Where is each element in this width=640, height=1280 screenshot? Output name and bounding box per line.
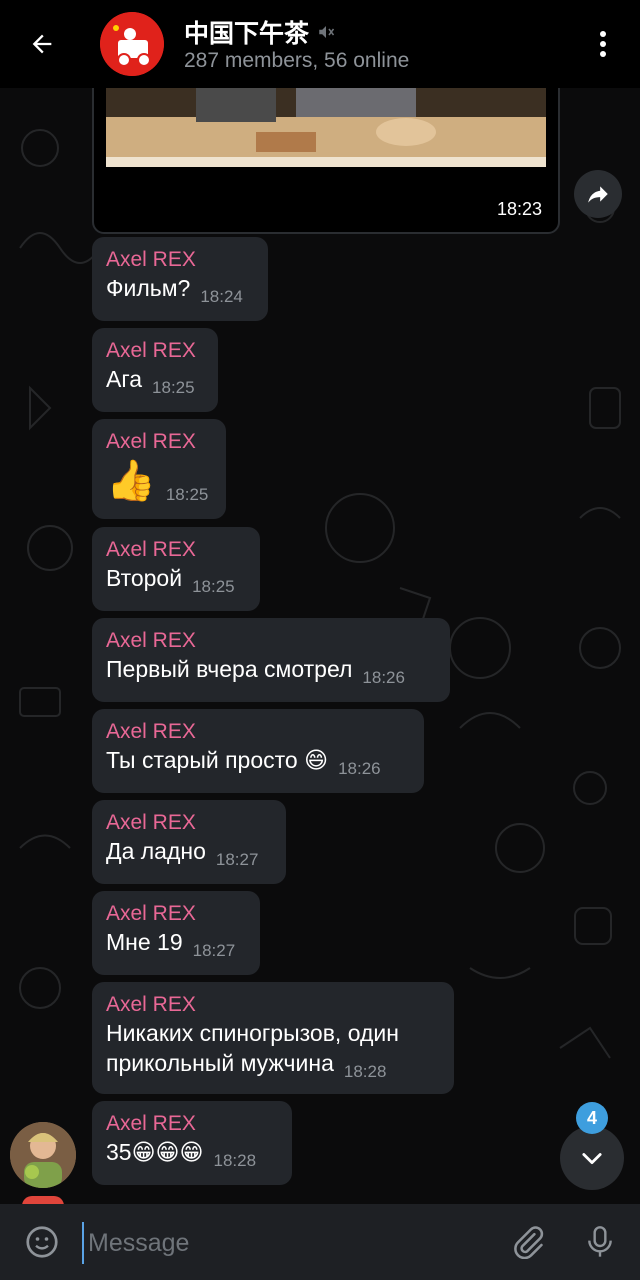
microphone-icon (588, 1226, 612, 1257)
message-time: 18:28 (343, 1062, 387, 1081)
chevron-down-icon (582, 1153, 602, 1165)
message-text: Ага (106, 366, 143, 392)
message-composer (0, 1204, 640, 1280)
unread-count-badge: 4 (576, 1102, 608, 1134)
message-bubble[interactable]: Axel REX Ага 18:25 (92, 328, 218, 412)
sender-name[interactable]: Axel REX (106, 247, 254, 273)
sender-name[interactable]: Axel REX (106, 537, 246, 563)
scroll-to-bottom-button[interactable] (560, 1126, 624, 1190)
sender-name[interactable]: Axel REX (106, 719, 410, 745)
message-time: 18:25 (165, 485, 209, 504)
more-vertical-icon (600, 31, 606, 57)
thumbs-up-emoji: 👍 (106, 459, 156, 503)
group-avatar-image (100, 12, 164, 76)
arrow-left-icon (32, 34, 52, 54)
message-bubble[interactable]: Axel REX Мне 19 18:27 (92, 891, 260, 975)
message-time: 18:26 (338, 759, 381, 778)
message-bubble[interactable]: Axel REX Второй 18:25 (92, 527, 260, 611)
chat-subtitle: 287 members, 56 online (184, 49, 410, 72)
sender-name[interactable]: Axel REX (106, 810, 272, 836)
message-bubble[interactable]: Axel REX Фильм? 18:24 (92, 237, 268, 321)
message-bubble[interactable]: Axel REX Никаких спиногрызов, один прико… (92, 982, 454, 1094)
chat-title-text: 中国下午茶 (184, 20, 310, 48)
group-avatar[interactable] (100, 12, 164, 76)
sender-name[interactable]: Axel REX (106, 338, 204, 364)
message-bubble[interactable]: Axel REX 👍 18:25 (92, 419, 226, 519)
message-text: Первый вчера смотрел (106, 656, 353, 682)
sender-name[interactable]: Axel REX (106, 992, 440, 1018)
paperclip-icon (514, 1226, 544, 1259)
message-text: Второй (106, 565, 183, 591)
voice-message-button[interactable] (578, 1220, 622, 1264)
message-text: Мне 19 (106, 929, 183, 955)
message-time: 18:27 (215, 850, 259, 869)
message-text: Да ладно (106, 838, 206, 864)
message-time: 18:25 (192, 577, 235, 596)
sender-name[interactable]: Axel REX (106, 429, 212, 455)
message-text: Фильм? (106, 275, 191, 301)
message-text: Ты старый просто 😄 (106, 747, 329, 773)
chat-screen: 中国下午茶 287 members, 56 online 18:23 Axel … (0, 0, 640, 1280)
message-time: 18:23 (496, 199, 542, 219)
message-bubble[interactable]: Axel REX Ты старый просто 😄 18:26 (92, 709, 424, 793)
muted-speaker-icon (319, 26, 335, 38)
message-time: 18:25 (152, 378, 195, 397)
chat-header: 中国下午茶 287 members, 56 online (0, 0, 640, 88)
message-bubble[interactable]: Axel REX 35😁😁😁 18:28 (92, 1101, 292, 1185)
chat-title[interactable]: 中国下午茶 (184, 14, 335, 50)
emoji-button[interactable] (20, 1220, 64, 1264)
smiley-icon (26, 1226, 58, 1258)
more-options-button[interactable] (578, 16, 628, 72)
sender-name[interactable]: Axel REX (106, 1111, 278, 1137)
message-input[interactable] (82, 1222, 490, 1264)
sender-avatar[interactable] (10, 1122, 76, 1188)
attach-button[interactable] (506, 1220, 550, 1264)
back-button[interactable] (14, 16, 70, 72)
sender-avatar-image (10, 1122, 76, 1188)
message-bubble[interactable]: Axel REX Первый вчера смотрел 18:26 (92, 618, 450, 702)
sender-name[interactable]: Axel REX (106, 901, 246, 927)
message-time: 18:24 (200, 287, 243, 306)
message-time: 18:28 (213, 1151, 257, 1170)
message-bubble[interactable]: Axel REX Да ладно 18:27 (92, 800, 286, 884)
message-time: 18:26 (362, 668, 405, 687)
message-text: 35😁😁😁 (106, 1139, 204, 1165)
forward-button[interactable] (574, 170, 622, 218)
forward-arrow-icon (588, 186, 608, 203)
sender-name[interactable]: Axel REX (106, 628, 436, 654)
message-time: 18:27 (192, 941, 236, 960)
